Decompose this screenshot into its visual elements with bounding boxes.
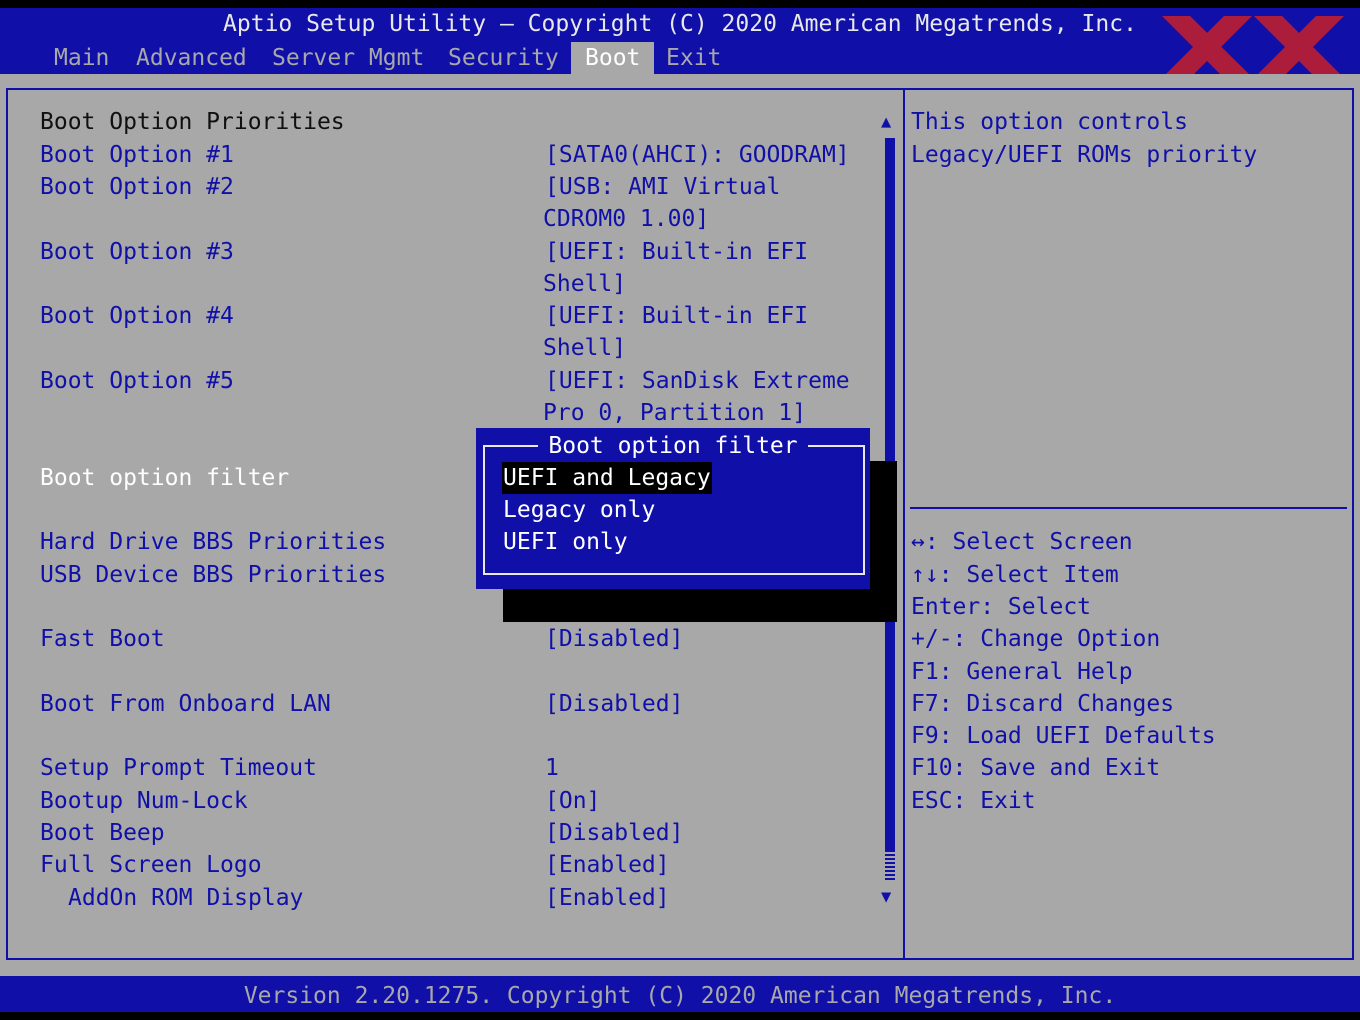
fast-boot-label[interactable]: Fast Boot [40,623,165,655]
boot-option-3-value[interactable]: [UEFI: Built-in EFI [545,236,808,268]
key-hint-general-help: F1: General Help [911,659,1133,685]
key-hint-esc: ESC: Exit [911,788,1036,814]
boot-option-5-value[interactable]: [UEFI: SanDisk Extreme [545,365,850,397]
boot-option-3-label[interactable]: Boot Option #3 [40,236,234,268]
boot-option-2-value[interactable]: [USB: AMI Virtual [545,171,780,203]
boot-beep-value[interactable]: [Disabled] [545,817,683,849]
boot-option-1-value[interactable]: [SATA0(AHCI): GOODRAM] [545,139,850,171]
scrollbar-thumb[interactable] [885,850,895,880]
option-legacy-only[interactable]: Legacy only [502,494,656,526]
tab-advanced[interactable]: Advanced [129,42,254,74]
help-description-line-2: Legacy/UEFI ROMs priority [911,142,1258,168]
key-hint-enter: Enter: Select [911,594,1092,620]
numlock-label[interactable]: Bootup Num-Lock [40,785,248,817]
key-hint-save-exit: F10: Save and Exit [911,755,1161,781]
dialog-title: Boot option filter [538,433,808,459]
panel-divider [903,88,905,960]
prompt-timeout-label[interactable]: Setup Prompt Timeout [40,752,317,784]
fast-boot-value[interactable]: [Disabled] [545,623,683,655]
app-title: Aptio Setup Utility – Copyright (C) 2020… [223,11,1137,37]
prompt-timeout-value[interactable]: 1 [545,752,559,784]
addon-rom-value[interactable]: [Enabled] [545,882,670,914]
help-description-line-1: This option controls [911,109,1188,135]
tab-exit[interactable]: Exit [659,42,728,74]
addon-rom-label[interactable]: AddOn ROM Display [68,882,303,914]
scroll-up-arrow-icon[interactable]: ▲ [881,112,891,132]
key-hint-select-item: ↑↓: Select Item [911,562,1119,588]
boot-option-2-value-cont: CDROM0 1.00] [543,206,710,232]
usb-bbs-priorities-link[interactable]: USB Device BBS Priorities [40,559,386,591]
full-screen-logo-label[interactable]: Full Screen Logo [40,849,262,881]
key-hint-load-defaults: F9: Load UEFI Defaults [911,723,1216,749]
numlock-value[interactable]: [On] [545,785,600,817]
boot-option-filter-label[interactable]: Boot option filter [40,462,289,494]
tab-security[interactable]: Security [441,42,566,74]
onboard-lan-value[interactable]: [Disabled] [545,688,683,720]
hdd-bbs-priorities-link[interactable]: Hard Drive BBS Priorities [40,526,386,558]
tab-main[interactable]: Main [47,42,116,74]
tab-boot[interactable]: Boot [571,42,655,74]
boot-beep-label[interactable]: Boot Beep [40,817,165,849]
option-uefi-and-legacy[interactable]: UEFI and Legacy [502,462,712,494]
key-hint-discard: F7: Discard Changes [911,691,1175,717]
boot-option-4-value[interactable]: [UEFI: Built-in EFI [545,300,808,332]
boot-option-5-value-cont: Pro 0, Partition 1] [543,400,807,426]
boot-option-5-label[interactable]: Boot Option #5 [40,365,234,397]
dialog-title-wrap: Boot option filter [476,430,870,462]
boot-option-4-value-cont: Shell] [543,335,627,361]
boot-option-3-value-cont: Shell] [543,271,627,297]
onboard-lan-label[interactable]: Boot From Onboard LAN [40,688,331,720]
section-title-boot-priorities: Boot Option Priorities [40,109,345,135]
key-hint-select-screen: ↔: Select Screen [911,529,1133,555]
footer-version: Version 2.20.1275. Copyright (C) 2020 Am… [243,983,1117,1009]
scroll-down-arrow-icon[interactable]: ▼ [881,887,891,907]
boot-option-2-label[interactable]: Boot Option #2 [40,171,234,203]
help-divider [910,507,1347,509]
tab-server-mgmt[interactable]: Server Mgmt [265,42,431,74]
boot-option-1-label[interactable]: Boot Option #1 [40,139,234,171]
full-screen-logo-value[interactable]: [Enabled] [545,849,670,881]
option-uefi-only[interactable]: UEFI only [502,526,629,558]
boot-option-4-label[interactable]: Boot Option #4 [40,300,234,332]
key-hint-change-option: +/-: Change Option [911,626,1161,652]
